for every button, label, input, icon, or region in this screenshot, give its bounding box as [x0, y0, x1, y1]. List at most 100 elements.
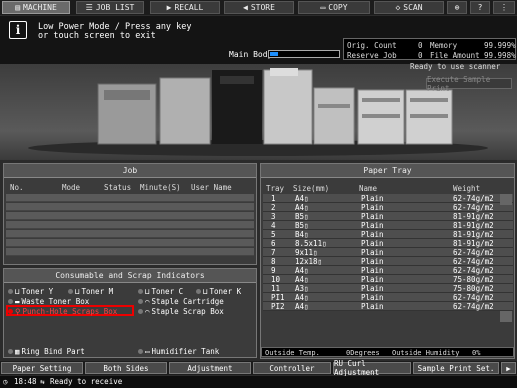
tray-col-name: Name [359, 184, 378, 193]
job-row[interactable] [6, 203, 254, 211]
status-message: Ready to use scanner [410, 62, 501, 71]
job-row[interactable] [6, 230, 254, 238]
tray-row[interactable]: PI1 A4▯ Plain 62-74g/m2 [263, 293, 513, 302]
tray-row[interactable]: 7 9x11▯ Plain 62-74g/m2 [263, 248, 513, 257]
controller-button[interactable]: Controller [253, 362, 331, 374]
counter-panel: Orig. Count 0 Memory 99.999% Reserve Job… [343, 38, 516, 60]
job-row[interactable] [6, 194, 254, 202]
tab-recall[interactable]: ▶ RECALL [150, 1, 220, 14]
tray-row[interactable]: 4 B5▯ Plain 81-91g/m2 [263, 221, 513, 230]
tray-row[interactable]: 8 12x18▯ Plain 62-74g/m2 [263, 257, 513, 266]
tray-size: A4▯ [295, 266, 309, 275]
status-dot-icon [68, 289, 73, 294]
tray-row[interactable]: 5 B4▯ Plain 81-91g/m2 [263, 230, 513, 239]
globe-button[interactable]: ⊕ [447, 1, 467, 14]
tray-weight: 62-74g/m2 [453, 266, 494, 275]
tab-store[interactable]: ◀ STORE [224, 1, 294, 14]
toner-icon: ⊔ [15, 287, 20, 296]
tray-paper-name: Plain [361, 248, 384, 257]
tray-col-tray: Tray [266, 184, 285, 193]
main-body-meter-fill [270, 52, 279, 56]
toner-y-indicator[interactable]: ⊔ Toner Y [8, 287, 53, 296]
tab-scan[interactable]: ◇ SCAN [374, 1, 444, 14]
outside-humidity-label: Outside Humidity [392, 349, 460, 357]
tray-size: A3▯ [295, 284, 309, 293]
status-dot-icon [138, 289, 143, 294]
staple-cartridge-indicator[interactable]: ⌒ Staple Cartridge [138, 297, 224, 306]
paper-setting-button[interactable]: Paper Setting [1, 362, 83, 374]
job-panel: Job No. Mode Status Minute(S) User Name [3, 163, 257, 265]
info-icon: i [9, 21, 27, 39]
scan-icon: ◇ [395, 3, 401, 12]
status-bar: ◷ 18:48 ⇆ Ready to receive [0, 376, 517, 388]
tab-copy[interactable]: ▭ COPY [298, 1, 370, 14]
tray-row[interactable]: PI2 A4▯ Plain 62-74g/m2 [263, 302, 513, 311]
ring-bind-indicator[interactable]: ▦ Ring Bind Part [8, 347, 85, 356]
scroll-up-button[interactable] [500, 194, 512, 205]
tray-row[interactable]: 6 8.5x11▯ Plain 81-91g/m2 [263, 239, 513, 248]
tray-weight: 62-74g/m2 [453, 257, 494, 266]
status-dot-icon [138, 349, 143, 354]
tray-number: PI1 [271, 293, 285, 302]
job-col-user: User Name [191, 183, 232, 192]
tray-col-size: Size(mm) [293, 184, 330, 193]
scroll-down-button[interactable] [500, 311, 512, 322]
tray-row[interactable]: 2 A4▯ Plain 62-74g/m2 [263, 203, 513, 212]
job-row[interactable] [6, 239, 254, 247]
sample-print-set-button[interactable]: Sample Print Set. [413, 362, 499, 374]
ru-curl-adjustment-button[interactable]: RU Curl Adjustment [333, 359, 411, 377]
toner-m-indicator[interactable]: ⊔ Toner M [68, 287, 113, 296]
tray-weight: 81-91g/m2 [453, 230, 494, 239]
tray-row[interactable]: 11 A3▯ Plain 75-80g/m2 [263, 284, 513, 293]
tray-row[interactable]: 1 A4▯ Plain 62-74g/m2 [263, 194, 513, 203]
recall-icon: ▶ [166, 3, 172, 12]
tray-number: 8 [271, 257, 276, 266]
tray-paper-name: Plain [361, 239, 384, 248]
job-col-status: Status [104, 183, 132, 192]
arrow-right-icon: ▶ [506, 363, 511, 373]
outside-humidity-value: 0% [472, 349, 481, 357]
tray-paper-name: Plain [361, 257, 384, 266]
execute-sample-print-button[interactable]: Execute Sample Print [426, 75, 512, 93]
tray-size: B4▯ [295, 230, 309, 239]
toner-k-indicator[interactable]: ⊔ Toner K [196, 287, 241, 296]
job-col-minute: Minute(S) [140, 183, 181, 192]
tray-size: 8.5x11▯ [295, 239, 327, 248]
help-icon: ? [477, 3, 483, 12]
toner-icon: ⊔ [203, 287, 208, 296]
paper-tray-title: Paper Tray [261, 164, 514, 178]
tab-job-list[interactable]: ☰ JOB LIST [76, 1, 144, 14]
tray-row[interactable]: 3 B5▯ Plain 81-91g/m2 [263, 212, 513, 221]
tray-row[interactable]: 10 A4▯ Plain 75-80g/m2 [263, 275, 513, 284]
status-dot-icon [138, 299, 143, 304]
tray-number: 5 [271, 230, 276, 239]
staple-scrap-indicator[interactable]: ⌒ Staple Scrap Box [138, 307, 224, 316]
job-row[interactable] [6, 212, 254, 220]
next-page-button[interactable]: ▶ [501, 362, 516, 374]
tray-size: B5▯ [295, 212, 309, 221]
adjustment-button[interactable]: Adjustment [169, 362, 251, 374]
status-time: 18:48 [14, 377, 37, 386]
tray-number: 2 [271, 203, 276, 212]
tray-row[interactable]: 9 A4▯ Plain 62-74g/m2 [263, 266, 513, 275]
tray-weight: 81-91g/m2 [453, 221, 494, 230]
tray-weight: 81-91g/m2 [453, 212, 494, 221]
both-sides-button[interactable]: Both Sides [85, 362, 167, 374]
outside-conditions: Outside Temp. 0Degrees Outside Humidity … [261, 347, 514, 357]
store-icon: ◀ [243, 3, 248, 12]
clock-icon: ◷ [3, 377, 8, 386]
memory-value: 99.999% [484, 41, 516, 50]
humidifier-indicator[interactable]: ▭ Humidifier Tank [138, 347, 219, 356]
tray-weight: 62-74g/m2 [453, 293, 494, 302]
toner-c-indicator[interactable]: ⊔ Toner C [138, 287, 183, 296]
punch-hole-indicator[interactable]: ⚲ Punch-Hole Scraps Box [8, 307, 117, 316]
job-row[interactable] [6, 248, 254, 256]
tab-machine[interactable]: ▤ MACHINE [2, 1, 70, 14]
tray-size: A4▯ [295, 194, 309, 203]
tray-number: 10 [271, 275, 281, 284]
help-button[interactable]: ? [470, 1, 490, 14]
job-row[interactable] [6, 221, 254, 229]
menu-button[interactable]: ⋮ [493, 1, 515, 14]
file-amount-value: 99.998% [484, 51, 516, 60]
tray-number: 11 [271, 284, 281, 293]
